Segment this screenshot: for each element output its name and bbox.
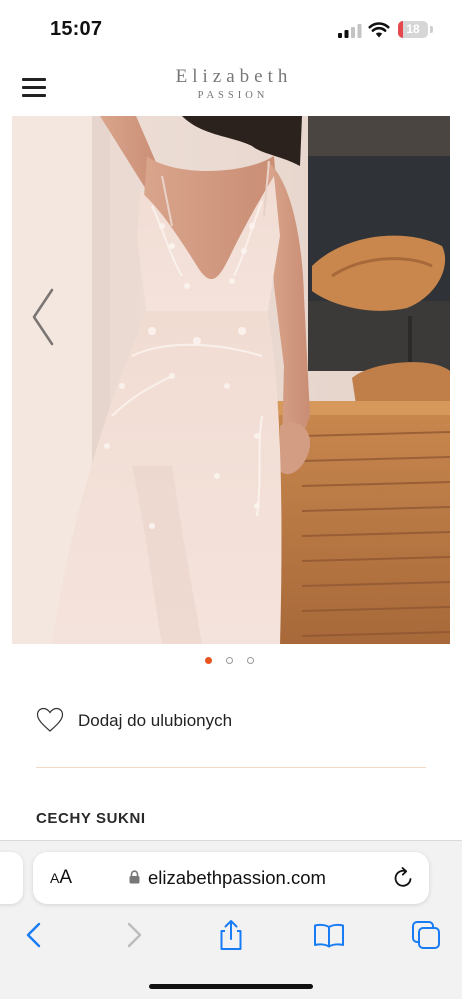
wifi-icon	[368, 22, 390, 38]
url-text: elizabethpassion.com	[148, 867, 326, 888]
carousel-dot-2[interactable]	[226, 657, 233, 664]
wedding-dress-photo	[12, 116, 450, 644]
carousel-dot-1[interactable]	[205, 657, 212, 664]
text-size-button[interactable]: AA	[50, 867, 72, 889]
cellular-signal-icon	[338, 24, 362, 38]
back-button[interactable]	[18, 919, 50, 951]
product-image[interactable]	[12, 116, 450, 644]
home-indicator	[149, 984, 313, 989]
tabs-button[interactable]	[410, 919, 442, 951]
heart-outline-icon	[36, 707, 64, 732]
add-to-favorites-button[interactable]: Dodaj do ulubionych	[36, 704, 426, 738]
brand-name: Elizabeth	[175, 66, 293, 87]
battery-nub	[430, 26, 433, 33]
site-header: Elizabeth PASSION	[0, 58, 462, 116]
carousel-dots	[0, 657, 462, 667]
section-divider	[36, 767, 426, 768]
address-bar[interactable]: AA elizabethpassion.com	[33, 852, 429, 904]
carousel-prev-button[interactable]	[24, 282, 64, 352]
brand-subtitle: PASSION	[197, 90, 269, 101]
battery-level-text: 18	[406, 22, 420, 36]
lock-icon	[129, 870, 140, 884]
status-bar: 15:07 18	[0, 0, 462, 58]
reload-icon[interactable]	[391, 866, 415, 890]
status-time: 15:07	[50, 18, 103, 40]
bookmarks-button[interactable]	[313, 919, 345, 951]
browser-toolbar: AA elizabethpassion.com	[0, 840, 462, 999]
battery-icon: 18	[398, 21, 428, 38]
forward-button	[127, 922, 142, 948]
favorites-label: Dodaj do ulubionych	[78, 711, 233, 730]
share-button[interactable]	[215, 919, 247, 951]
section-title: CECHY SUKNI	[36, 810, 146, 827]
brand-logo[interactable]: Elizabeth PASSION	[0, 66, 462, 101]
carousel-dot-3[interactable]	[247, 657, 254, 664]
previous-tab-card[interactable]	[0, 852, 23, 904]
